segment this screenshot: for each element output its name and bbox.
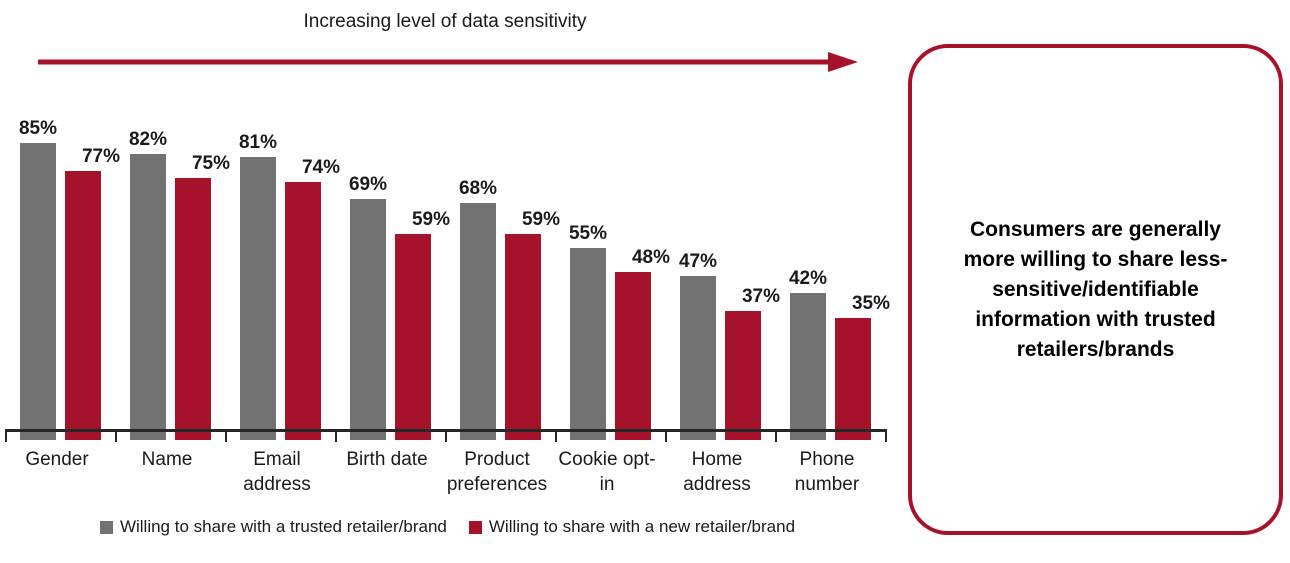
x-axis-label-line: address: [243, 474, 311, 495]
x-axis-label-line: Home: [691, 449, 743, 470]
callout-text: Consumers are generally more willing to …: [963, 217, 1228, 361]
bar-value-label-trusted: 85%: [18, 118, 58, 140]
x-axis-label: Phone number: [768, 447, 886, 497]
bar-group: 81% 74%: [222, 10, 340, 440]
x-axis-label: Product preferences: [438, 447, 556, 497]
x-axis-tick: [665, 429, 667, 442]
x-axis-tick: [225, 429, 227, 442]
bar-group: 85% 77%: [2, 10, 120, 440]
x-axis-tick: [885, 429, 887, 442]
x-axis-label-line: Email: [253, 449, 301, 470]
x-axis-label-line: Product: [464, 449, 530, 470]
x-axis-label-line: number: [794, 474, 860, 495]
x-axis-label-line: address: [683, 474, 751, 495]
legend-swatch-icon-new: [468, 520, 482, 534]
chart-legend: Willing to share with a trusted retailer…: [0, 516, 895, 538]
bar-group: 42% 35%: [772, 10, 890, 440]
x-axis-tick: [5, 429, 7, 442]
bar-new[interactable]: [615, 272, 651, 440]
bar-new[interactable]: [725, 310, 761, 440]
bar-trusted[interactable]: [20, 143, 56, 440]
x-axis-tick: [445, 429, 447, 442]
bar-value-label-trusted: 47%: [678, 250, 718, 272]
x-axis-label-line: Name: [141, 449, 193, 470]
bar-trusted[interactable]: [460, 202, 496, 440]
legend-swatch-icon-trusted: [99, 520, 113, 534]
bar-value-label-trusted: 68%: [458, 177, 498, 199]
x-axis-label-line: preferences: [446, 474, 548, 495]
legend-label-trusted: Willing to share with a trusted retailer…: [119, 517, 447, 536]
x-axis-label-line: in: [599, 474, 615, 495]
bar-trusted[interactable]: [350, 199, 386, 440]
bar-group: 55% 48%: [552, 10, 670, 440]
x-axis-label-line: Birth date: [346, 449, 428, 470]
bar-value-label-trusted: 55%: [568, 223, 608, 245]
legend-item-trusted[interactable]: Willing to share with a trusted retailer…: [99, 516, 447, 538]
bar-group: 69% 59%: [332, 10, 450, 440]
x-axis-label: Birth date: [328, 447, 446, 472]
x-axis-tick: [775, 429, 777, 442]
bar-trusted[interactable]: [240, 157, 276, 440]
bar-group: 82% 75%: [112, 10, 230, 440]
x-axis-label: Home address: [658, 447, 776, 497]
x-axis-tick: [115, 429, 117, 442]
x-axis-category-labels: Gender Name Email address Birth date Product p…: [0, 447, 895, 507]
bar-trusted[interactable]: [570, 248, 606, 440]
bar-value-label-trusted: 81%: [238, 132, 278, 154]
legend-label-new: Willing to share with a new retailer/bra…: [488, 517, 796, 536]
bar-group: 68% 59%: [442, 10, 560, 440]
x-axis-label: Name: [108, 447, 226, 472]
x-axis-label-line: Gender: [25, 449, 89, 470]
bar-value-label-trusted: 82%: [128, 128, 168, 150]
x-axis-label: Email address: [218, 447, 336, 497]
bar-value-label-new: 35%: [851, 292, 891, 314]
bar-trusted[interactable]: [130, 153, 166, 440]
x-axis-label: Cookie opt-in: [548, 447, 666, 497]
x-axis-tick: [335, 429, 337, 442]
bar-new[interactable]: [505, 234, 541, 440]
bar-new[interactable]: [835, 317, 871, 440]
bar-new[interactable]: [175, 178, 211, 440]
bar-new[interactable]: [395, 234, 431, 440]
bar-group: 47% 37%: [662, 10, 780, 440]
x-axis-label: Gender: [0, 447, 116, 472]
legend-item-new[interactable]: Willing to share with a new retailer/bra…: [468, 516, 796, 538]
callout-box: Consumers are generally more willing to …: [908, 44, 1283, 535]
bar-trusted[interactable]: [680, 275, 716, 440]
bar-new[interactable]: [285, 181, 321, 440]
bar-value-label-trusted: 69%: [348, 174, 388, 196]
bar-value-label-trusted: 42%: [788, 268, 828, 290]
x-axis-label-line: Cookie opt-: [558, 449, 656, 470]
x-axis-label-line: Phone: [799, 449, 855, 470]
bar-chart-plot-area: 85% 77% 82% 75% 81% 74% 69% 59% 68% 59% 55% 48% 47% 3…: [0, 0, 895, 440]
bar-new[interactable]: [65, 171, 101, 440]
bar-trusted[interactable]: [790, 293, 826, 440]
x-axis-tick: [555, 429, 557, 442]
